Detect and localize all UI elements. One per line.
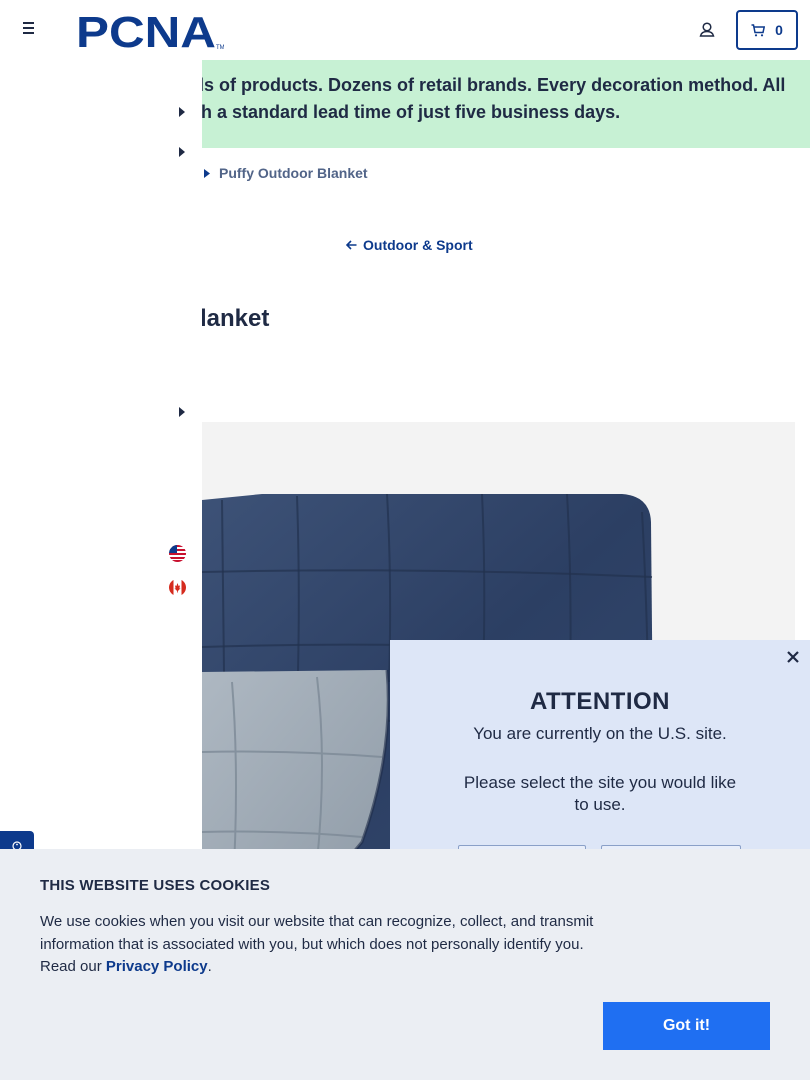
breadcrumb: Puffy Outdoor Blanket	[204, 165, 368, 181]
accept-cookies-button[interactable]: Got it!	[603, 1002, 770, 1050]
back-link-label: Outdoor & Sport	[363, 237, 473, 253]
caret-right-icon	[204, 168, 210, 178]
cookie-text: We use cookies when you visit our websit…	[40, 911, 600, 979]
caret-right-icon[interactable]	[179, 407, 185, 417]
breadcrumb-current[interactable]: Puffy Outdoor Blanket	[219, 165, 368, 181]
page: ls of products. Dozens of retail brands.…	[0, 0, 810, 1080]
promo-line-2: th a standard lead time of just five bus…	[195, 102, 621, 122]
cart-count: 0	[775, 22, 783, 38]
close-icon[interactable]	[786, 650, 800, 664]
back-to-category-link[interactable]: Outdoor & Sport	[346, 237, 473, 253]
caret-right-icon[interactable]	[179, 147, 185, 157]
attention-message: You are currently on the U.S. site.	[473, 724, 727, 743]
us-flag-icon[interactable]	[169, 545, 186, 562]
site-header: PCNA TM 0	[0, 0, 810, 60]
attention-prompt: Please select the site you would like to…	[463, 773, 737, 814]
cookie-banner: THIS WEBSITE USES COOKIES We use cookies…	[0, 849, 810, 1080]
user-icon[interactable]	[697, 20, 717, 40]
product-title-text: lanket	[200, 305, 270, 332]
caret-right-icon[interactable]	[179, 107, 185, 117]
cookie-period: .	[207, 958, 212, 975]
hamburger-icon[interactable]	[19, 22, 37, 38]
canada-flag-icon[interactable]	[169, 579, 186, 596]
promo-text: ls of products. Dozens of retail brands.…	[195, 72, 805, 126]
arrow-left-icon	[346, 240, 357, 250]
pcna-logo[interactable]: PCNA TM	[76, 10, 224, 50]
privacy-policy-link[interactable]: Privacy Policy	[106, 958, 208, 975]
cart-button[interactable]: 0	[736, 10, 798, 50]
logo-text: PCNA	[76, 10, 216, 50]
logo-tm: TM	[216, 45, 224, 50]
attention-title: ATTENTION	[529, 688, 671, 715]
cookie-title: THIS WEBSITE USES COOKIES	[40, 877, 271, 894]
cart-icon	[751, 23, 766, 36]
promo-line-1: ls of products. Dozens of retail brands.…	[199, 75, 786, 95]
